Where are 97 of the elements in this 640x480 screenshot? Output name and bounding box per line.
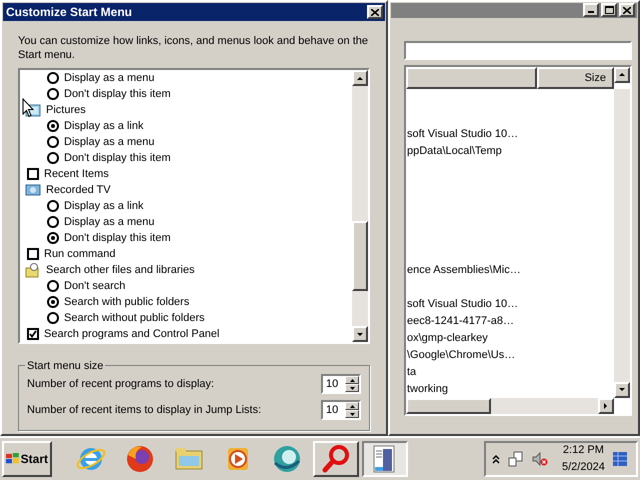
up-arrow-icon [350,378,354,382]
column-header[interactable]: Size [537,66,614,89]
desktop-icon [612,452,627,466]
scroll-up-button[interactable] [352,70,368,86]
maximize-icon [604,6,614,14]
up-arrow-icon [350,404,354,408]
minimize-icon [588,11,594,14]
path-cell-text: tworking [406,382,449,397]
fox-globe-icon [124,443,156,475]
spinner-value: 10 [325,377,340,392]
down-arrow-icon [350,412,354,416]
magnifier-icon [320,443,352,475]
option-label: Don't display this item [64,150,171,166]
clock-date: 5/2/2024 [562,460,605,475]
option-label: Search programs and Control Panel [44,326,220,342]
path-cell-text: ta [406,364,418,380]
speaker-muted-icon [532,451,548,467]
path-cell-text: ox\gmp-clearkey [406,330,489,346]
option-label: Display as a menu [64,134,154,150]
path-cell-text: \Google\Chrome\Us… [406,348,516,363]
path-cell-text: soft Visual Studio 10… [406,126,520,142]
down-arrow-icon [356,330,364,338]
checkbox[interactable] [27,328,39,340]
option-label: Don't display this item [64,86,171,102]
number-spinner[interactable]: 10 [321,374,361,394]
option-label: Display as a link [64,198,144,214]
category-label: Pictures [46,102,86,118]
path-cell-text: ence Assemblies\Mic… [406,262,522,278]
option-label: Display as a link [64,118,144,134]
down-arrow-icon [618,386,626,394]
windows-logo-icon [6,452,20,466]
scrollbar-thumb[interactable] [352,221,368,291]
spin-down-button[interactable] [345,410,359,418]
down-arrow-icon [350,386,354,390]
minimize-button[interactable] [583,3,599,18]
radio-button[interactable] [47,280,59,292]
radio-button[interactable] [47,200,59,212]
path-cell-text: eec8-1241-4177-a8… [406,314,516,329]
scroll-down-button[interactable] [352,326,368,342]
field-label: Number of recent programs to display: [27,376,214,392]
up-arrow-icon [356,74,364,82]
clock-time: 2:12 PM [562,443,604,458]
taskbar-app-button[interactable] [362,441,408,477]
number-spinner[interactable]: 10 [321,400,361,420]
radio-button[interactable] [47,120,59,132]
search-folder-icon [25,262,41,278]
radio-button[interactable] [47,136,59,148]
scroll-down-button[interactable] [614,382,630,398]
option-label: Display as a menu [64,214,154,230]
path-cell-text: ppData\Local\Temp [406,144,503,159]
option-label: Search with public folders [64,294,190,310]
option-label: Don't display this item [64,230,171,246]
column-header[interactable] [406,66,537,89]
up-arrow-icon [618,71,626,78]
radio-button[interactable] [47,312,59,324]
radio-button[interactable] [47,216,59,228]
right-arrow-icon [602,402,610,410]
option-label: Display as a menu [64,70,154,86]
path-cell-text: soft Visual Studio 10… [406,296,520,312]
option-label: Search without public folders [64,310,205,326]
scroll-right-button[interactable] [598,398,614,414]
close-button[interactable] [367,5,383,19]
spin-up-button[interactable] [345,376,359,384]
close-icon [371,8,379,16]
radio-button[interactable] [47,88,59,100]
chevron-up-icon [492,454,500,464]
category-label: Recorded TV [46,182,111,198]
spin-down-button[interactable] [345,384,359,392]
checkbox[interactable] [27,248,39,260]
vertical-scrollbar[interactable] [614,88,630,398]
mouse-pointer-icon [22,98,34,118]
option-label: Recent Items [44,166,109,182]
close-button[interactable] [619,3,635,18]
close-icon [623,6,631,14]
description-text: You can customize how links, icons, and menus look and behave on the Start menu. [18,34,369,62]
option-label: Don't search [64,278,126,294]
spinner-value: 10 [325,403,340,418]
start-button[interactable]: Start [2,441,52,477]
address-field[interactable] [404,40,632,60]
maximize-button[interactable] [601,3,617,18]
option-label: Run command [44,246,116,262]
vertical-scrollbar[interactable] [352,70,368,342]
scroll-up-button[interactable] [614,66,630,83]
window-title: Customize Start Menu [6,4,132,21]
radio-button[interactable] [47,296,59,308]
radio-button[interactable] [47,72,59,84]
checkbox[interactable] [27,168,39,180]
radio-button[interactable] [47,152,59,164]
spin-up-button[interactable] [345,402,359,410]
category-label: Search other files and libraries [46,262,195,278]
tv-folder-icon [25,183,41,197]
scrollbar-thumb[interactable] [406,398,491,414]
field-label: Number of recent items to display in Jump Lists: [27,402,262,418]
radio-button[interactable] [47,232,59,244]
horizontal-scrollbar[interactable] [406,398,614,414]
globe-icon [271,443,303,475]
network-icon [508,451,524,467]
